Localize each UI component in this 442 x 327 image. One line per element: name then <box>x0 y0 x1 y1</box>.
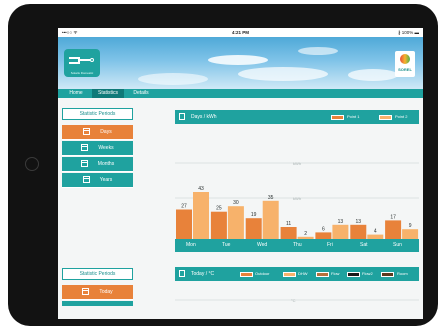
bar-fri-series-2[interactable] <box>332 224 349 239</box>
bar-wed-series-1[interactable] <box>245 218 262 239</box>
data-label-wed-series-1: 19 <box>251 212 257 218</box>
tick-label-sun: Sun <box>393 242 402 248</box>
data-label-thu-series-1: 11 <box>286 221 291 227</box>
temperature-chart-header: Today / °C Outdoor DHW Flow Flow2 Room <box>175 267 419 281</box>
legend-swatch-room <box>381 272 394 277</box>
day-axis-bar: Mon Tue Wed Thu Fri Sat Sun <box>175 239 419 252</box>
data-label-thu-series-2: 2 <box>304 231 307 237</box>
data-label-sat-series-2: 4 <box>374 229 377 235</box>
tick-label-thu: Thu <box>293 242 302 248</box>
bar-wed-series-2[interactable] <box>262 200 279 239</box>
legend-swatch-dhw <box>283 272 296 277</box>
bar-fri-series-1[interactable] <box>315 232 332 239</box>
legend-swatch-outdoor <box>240 272 253 277</box>
tablet-frame: •••○○ ᯤ 4:21 PM ∦ 100% ▬ Solaris Domesti… <box>8 4 438 326</box>
bar-sat-series-1[interactable] <box>350 224 367 239</box>
tick-label-sat: Sat <box>360 242 368 248</box>
legend-label-dhw: DHW <box>298 271 308 276</box>
tick-label-wed: Wed <box>257 242 268 248</box>
data-label-fri-series-1: 6 <box>322 226 325 232</box>
legend-label-room: Room <box>397 271 408 276</box>
app-screen: •••○○ ᯤ 4:21 PM ∦ 100% ▬ Solaris Domesti… <box>58 28 423 319</box>
gridline-label: kWh <box>293 196 301 201</box>
calendar-icon <box>179 270 185 277</box>
bar-sun-series-2[interactable] <box>402 229 419 239</box>
temperature-chart-title: Today / °C <box>191 271 215 277</box>
tick-label-fri: Fri <box>327 242 333 248</box>
data-label-mon-series-1: 27 <box>181 204 187 210</box>
legend-label-outdoor: Outdoor <box>255 271 270 276</box>
gridline-label: kWh <box>293 161 301 166</box>
data-label-sun-series-1: 17 <box>390 214 396 220</box>
home-button[interactable] <box>25 157 39 171</box>
bar-tue-series-2[interactable] <box>227 206 244 239</box>
tick-label-mon: Mon <box>186 242 196 248</box>
legend-swatch-flow2 <box>347 272 360 277</box>
bar-series-group: 27 43 25 30 19 35 11 2 6 13 13 4 17 9 <box>176 186 419 240</box>
gridline-label: °C <box>291 298 296 303</box>
bar-mon-series-2[interactable] <box>193 192 209 239</box>
bar-mon-series-1[interactable] <box>176 209 192 240</box>
data-label-wed-series-2: 35 <box>268 195 274 201</box>
data-label-sun-series-2: 9 <box>409 223 412 229</box>
data-label-mon-series-2: 43 <box>198 186 204 192</box>
data-label-tue-series-2: 30 <box>233 200 239 206</box>
data-label-fri-series-2: 13 <box>338 219 344 225</box>
data-label-tue-series-1: 25 <box>216 206 222 212</box>
bar-thu-series-1[interactable] <box>280 227 297 239</box>
bar-sun-series-1[interactable] <box>385 220 402 239</box>
legend-label-flow: Flow <box>331 271 340 276</box>
legend-label-flow2: Flow2 <box>362 271 373 276</box>
legend-swatch-flow <box>316 272 329 277</box>
bar-tue-series-1[interactable] <box>210 211 227 239</box>
tick-label-tue: Tue <box>222 242 231 248</box>
data-label-sat-series-1: 13 <box>356 219 362 225</box>
